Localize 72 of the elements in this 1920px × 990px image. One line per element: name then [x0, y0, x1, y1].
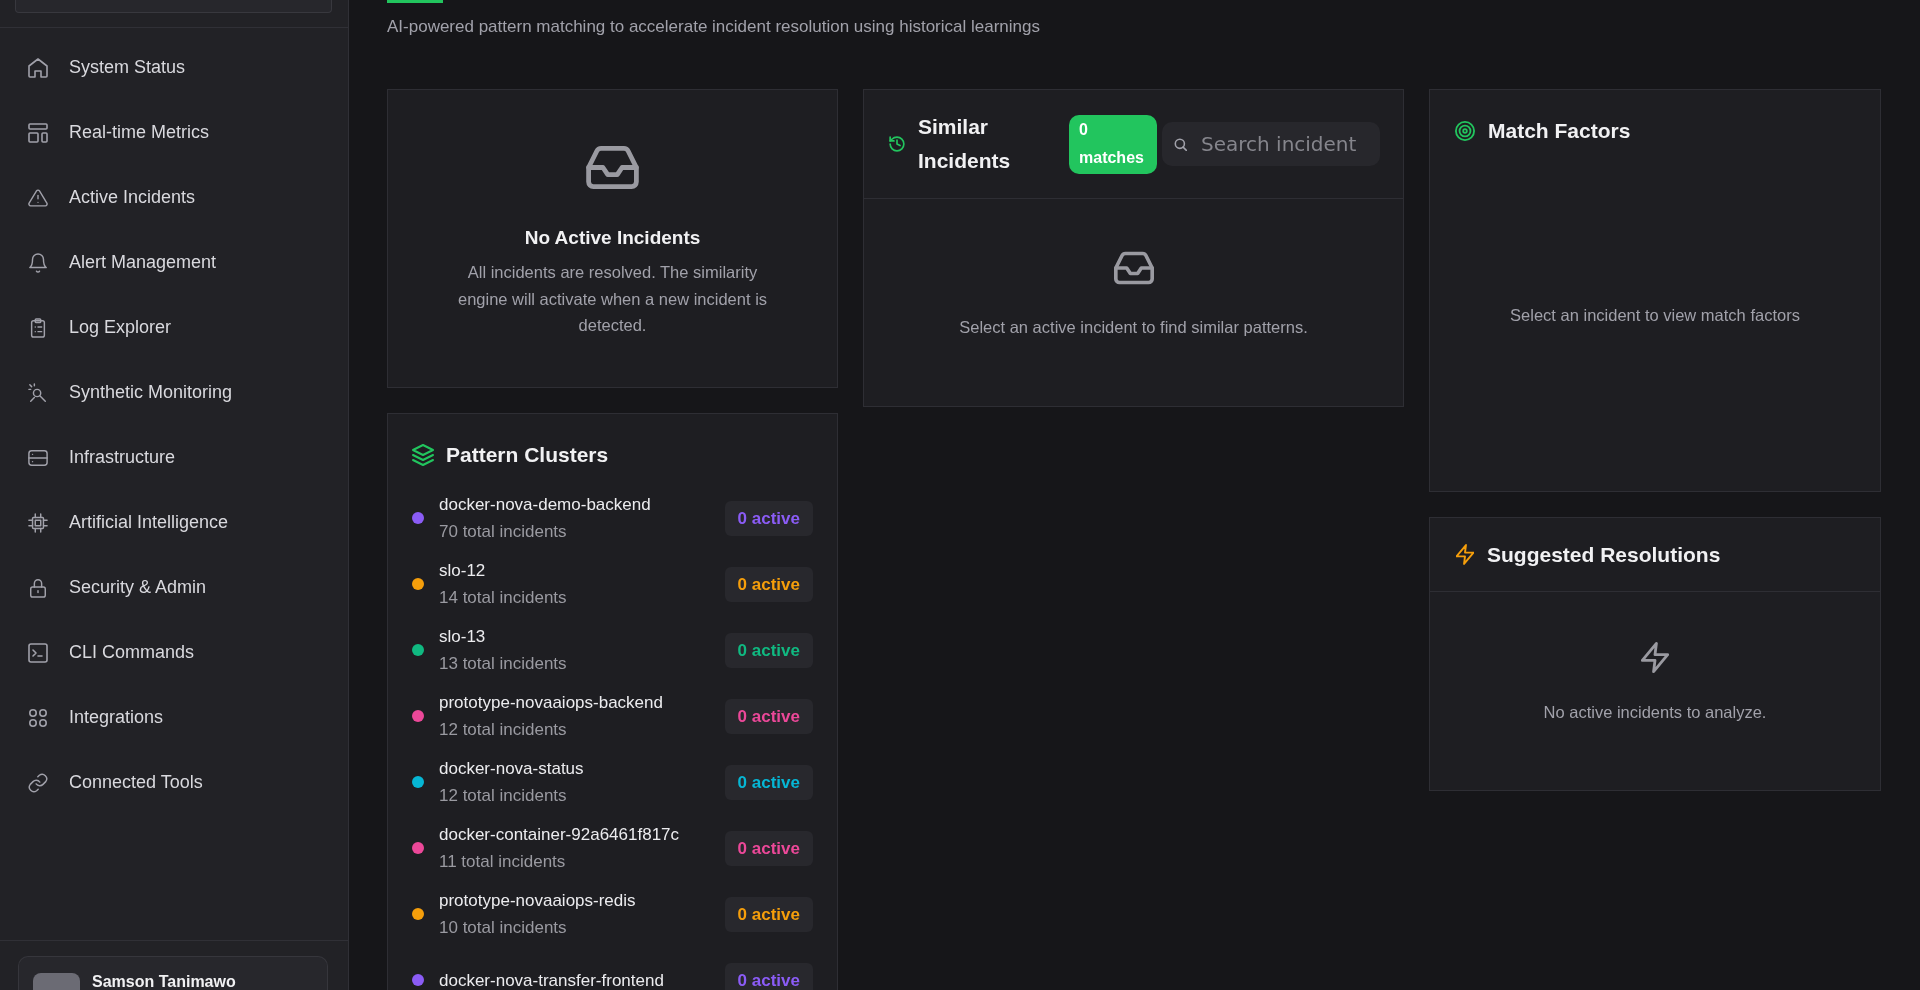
cluster-name: docker-nova-transfer-frontend: [439, 969, 665, 990]
active-count-badge: 0 active: [724, 698, 813, 734]
cluster-name: prototype-novaaiops-redis: [439, 890, 637, 912]
input-field[interactable]: [15, 0, 332, 13]
active-count-badge: 0 active: [724, 962, 813, 990]
active-count-badge: 0 active: [724, 896, 813, 932]
history-icon: [889, 136, 905, 152]
lock-icon: [28, 577, 48, 598]
inbox-icon: [586, 146, 639, 189]
chip-icon: [28, 512, 48, 533]
empty-state-message: Select an incident to view match factors: [1510, 305, 1800, 326]
cluster-name: docker-nova-status: [439, 758, 585, 780]
user-name: Samson Tanimawo: [92, 973, 236, 990]
clipboard-icon: [28, 317, 48, 338]
active-count-badge: 0 active: [724, 566, 813, 602]
link-icon: [28, 772, 48, 793]
empty-state-message: Select an active incident to find similar patterns.: [959, 317, 1308, 338]
search-icon: [1174, 137, 1187, 151]
lightning-icon: [1456, 544, 1474, 565]
incident-count: 11 total incidents: [439, 851, 567, 873]
grid-icon: [28, 707, 48, 728]
active-count-badge: 0 active: [724, 764, 813, 800]
match-count-badge: 0 matches: [1069, 114, 1157, 174]
panel-title: Suggested Resolutions: [1487, 541, 1721, 568]
nav-item[interactable]: System Status: [0, 35, 348, 100]
active-count-badge: 0 active: [724, 830, 813, 866]
incident-count: 12 total incidents: [439, 785, 568, 807]
search-field[interactable]: Search incident: [1162, 122, 1380, 166]
cluster-name: slo-13: [439, 626, 487, 648]
accent-bar: [387, 0, 443, 3]
nav-item[interactable]: Security & Admin: [0, 555, 348, 620]
server-icon: [28, 447, 48, 468]
incident-count: 70 total incidents: [439, 521, 568, 543]
incident-count: 14 total incidents: [439, 587, 568, 609]
page-subtitle: AI-powered pattern matching to accelerate incident resolution using historical learnings: [387, 16, 1041, 38]
nav-item[interactable]: Artificial Intelligence: [0, 490, 348, 555]
active-count-badge: 0 active: [724, 500, 813, 536]
nav-item[interactable]: Connected Tools: [0, 750, 348, 815]
cluster-name: docker-container-92a6461f817c: [439, 824, 681, 846]
cluster-name: docker-nova-demo-backend: [439, 494, 652, 516]
bell-icon: [28, 252, 48, 273]
nav-item[interactable]: Alert Management: [0, 230, 348, 295]
panel-title: Similar Incidents: [918, 114, 1012, 174]
panel-title: Pattern Clusters: [446, 442, 609, 468]
magnifier-icon: [28, 382, 48, 403]
layers-icon: [412, 444, 434, 466]
warning-icon: [28, 187, 48, 208]
nav-item[interactable]: Integrations: [0, 685, 348, 750]
nav-item[interactable]: Active Incidents: [0, 165, 348, 230]
nav-item[interactable]: Log Explorer: [0, 295, 348, 360]
empty-state-message: All incidents are resolved. The similarity engine will activate when a new incident is detected.: [456, 262, 769, 336]
home-icon: [28, 57, 48, 78]
user-card[interactable]: Samson Tanimawo: [18, 956, 328, 990]
nav-item[interactable]: CLI Commands: [0, 620, 348, 685]
cluster-name: slo-12: [439, 560, 487, 582]
inbox-icon: [1113, 251, 1154, 285]
empty-state-message: No active incidents to analyze.: [1543, 702, 1767, 723]
incident-count: 13 total incidents: [439, 653, 568, 675]
avatar-placeholder: [33, 973, 80, 990]
empty-state-title: No Active Incidents: [524, 226, 701, 250]
incident-count: 12 total incidents: [439, 719, 568, 741]
lightning-icon: [1641, 642, 1669, 673]
panel-title: Match Factors: [1488, 118, 1631, 144]
nav-item[interactable]: Synthetic Monitoring: [0, 360, 348, 425]
nav-item[interactable]: Real-time Metrics: [0, 100, 348, 165]
target-icon: [1455, 121, 1475, 141]
active-count-badge: 0 active: [724, 632, 813, 668]
incident-count: 10 total incidents: [439, 917, 568, 939]
nav-item[interactable]: Infrastructure: [0, 425, 348, 490]
layout-icon: [28, 122, 48, 143]
cluster-name: prototype-novaaiops-backend: [439, 692, 664, 714]
terminal-icon: [28, 642, 48, 663]
